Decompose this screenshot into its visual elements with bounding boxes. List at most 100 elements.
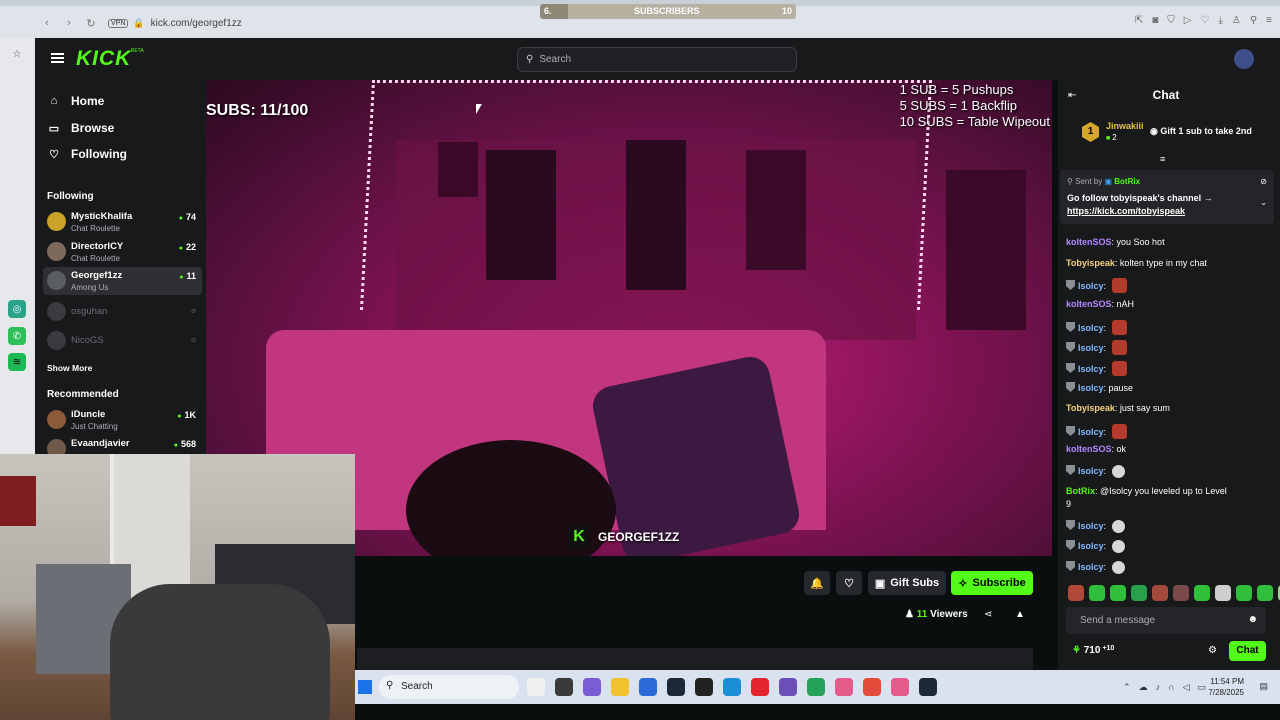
emote-button[interactable] [1257, 585, 1273, 601]
app-icon[interactable] [779, 678, 797, 696]
emote-button[interactable] [1215, 585, 1231, 601]
camera-icon[interactable]: ◙ [1152, 15, 1158, 26]
spotify-icon[interactable]: ≋ [8, 353, 26, 371]
menu-icon[interactable] [51, 53, 64, 63]
pinned-link[interactable]: https://kick.com/tobyispeak [1067, 206, 1185, 216]
channel-item[interactable]: MysticKhalifa Chat Roulette 74 [43, 208, 202, 236]
emote-button[interactable] [1194, 585, 1210, 601]
app-icon[interactable] [555, 678, 573, 696]
emote-skull-icon[interactable] [1111, 540, 1125, 553]
notification-icon[interactable]: ▤ [1259, 681, 1268, 692]
emote-skull-icon[interactable] [1111, 465, 1125, 478]
heart-icon[interactable]: ♡ [1200, 15, 1209, 26]
chat-username[interactable]: koltenSOS [1066, 237, 1112, 247]
chat-username[interactable]: Tobyispeak [1066, 403, 1115, 413]
chat-username[interactable]: Isolcy [1078, 343, 1104, 353]
chat-username[interactable]: koltenSOS [1066, 299, 1112, 309]
emote-skull-icon[interactable] [1111, 520, 1125, 533]
play-icon[interactable]: ▷ [1184, 15, 1192, 26]
app-icon[interactable] [583, 678, 601, 696]
emote-button[interactable] [1131, 585, 1147, 601]
show-more-link[interactable]: Show More [47, 363, 92, 373]
user-avatar[interactable] [1234, 49, 1254, 69]
volume-icon[interactable]: ◁ [1183, 682, 1190, 693]
emote-button[interactable] [1236, 585, 1252, 601]
chat-username[interactable]: BotRix [1066, 486, 1095, 496]
nav-following[interactable]: ♡ Following [47, 147, 127, 161]
channel-points[interactable]: ⚘ 710 +10 [1072, 645, 1114, 656]
gift-subs-button[interactable]: ▣ Gift Subs [868, 571, 946, 595]
emote-red-icon[interactable] [1111, 278, 1127, 293]
chat-username[interactable]: Isolcy [1078, 323, 1104, 333]
kick-logo[interactable]: KICK [76, 47, 131, 71]
chat-username[interactable]: Isolcy [1078, 427, 1104, 437]
emote-skull-icon[interactable] [1111, 561, 1125, 574]
url-text[interactable]: kick.com/georgef1zz [151, 18, 242, 29]
windows-start-icon[interactable] [358, 680, 372, 694]
emote-red-icon[interactable] [1111, 340, 1127, 355]
channel-item[interactable]: DirectorICY Chat Roulette 22 [43, 238, 202, 266]
app-icon[interactable] [835, 678, 853, 696]
download-icon[interactable]: ⤓ [1218, 15, 1222, 26]
tray-chevron-icon[interactable]: ⌃ [1123, 682, 1131, 693]
channel-item-offline[interactable]: osguhan ⌀ [43, 298, 202, 326]
vpn-badge[interactable]: VPN [108, 18, 129, 28]
menu-icon[interactable]: ≡ [1266, 15, 1272, 26]
pinned-sender-name[interactable]: BotRix [1114, 177, 1140, 186]
emote-button[interactable] [1068, 585, 1084, 601]
extension-icon[interactable]: ⚲ [1250, 15, 1257, 26]
hide-pinned-icon[interactable]: ⊘ [1260, 177, 1267, 186]
extension-icon[interactable]: ◎ [8, 300, 26, 318]
back-icon[interactable]: ‹ [36, 17, 58, 29]
emote-button[interactable] [1152, 585, 1168, 601]
steam-icon[interactable] [919, 678, 937, 696]
taskbar-search[interactable]: ⚲ Search [379, 675, 519, 699]
emote-button[interactable] [1173, 585, 1189, 601]
chat-username[interactable]: Isolcy [1078, 521, 1104, 531]
app-icon[interactable] [891, 678, 909, 696]
emote-red-icon[interactable] [1111, 424, 1127, 439]
emote-button[interactable] [1110, 585, 1126, 601]
emote-button[interactable] [1089, 585, 1105, 601]
battery-icon[interactable]: ▭ [1197, 682, 1206, 693]
chat-username[interactable]: Isolcy [1078, 364, 1104, 374]
nav-browse[interactable]: ▭ Browse [47, 121, 115, 135]
headset-icon[interactable]: ∩ [1168, 682, 1174, 693]
profile-icon[interactable]: ♙ [1232, 15, 1241, 26]
chrome-icon[interactable] [863, 678, 881, 696]
share-icon[interactable]: ⋖ [984, 609, 992, 620]
system-clock[interactable]: 11:54 PM 7/28/2025 [1208, 676, 1244, 698]
chat-username[interactable]: Tobyispeak [1066, 258, 1115, 268]
follow-button[interactable]: ♡ [836, 571, 862, 595]
pinboard-icon[interactable]: ☆ [8, 45, 26, 63]
opera-icon[interactable] [751, 678, 769, 696]
app-icon[interactable] [695, 678, 713, 696]
subscribe-button[interactable]: ✧ Subscribe [951, 571, 1033, 595]
chat-message-input[interactable]: Send a message ☻ [1066, 607, 1266, 634]
app-icon[interactable] [527, 678, 545, 696]
cloud-icon[interactable]: ☁ [1139, 682, 1148, 693]
store-icon[interactable] [639, 678, 657, 696]
chat-username[interactable]: Isolcy [1078, 541, 1104, 551]
gift-cta-button[interactable]: ◉ Gift 1 sub to take 2nd [1150, 126, 1252, 137]
notification-bell-button[interactable]: 🔔 [804, 571, 830, 595]
emote-red-icon[interactable] [1111, 361, 1127, 376]
channel-item-active[interactable]: Georgef1zz Among Us 11 [43, 267, 202, 295]
emoji-icon[interactable]: ☻ [1247, 614, 1258, 625]
top-gifter-name[interactable]: Jinwakiii [1106, 121, 1144, 131]
chat-username[interactable]: Isolcy [1078, 466, 1104, 476]
steam-icon[interactable] [667, 678, 685, 696]
chat-divider-handle[interactable]: ≡ [1160, 154, 1165, 164]
shield-icon[interactable]: ⛉ [1167, 15, 1175, 26]
folder-icon[interactable] [611, 678, 629, 696]
chat-username[interactable]: Isolcy [1078, 562, 1104, 572]
chevron-down-icon[interactable]: ⌄ [1260, 198, 1267, 207]
forward-icon[interactable]: › [58, 17, 80, 29]
chat-username[interactable]: koltenSOS [1066, 444, 1112, 454]
report-icon[interactable]: ▲ [1015, 609, 1025, 620]
search-input[interactable]: ⚲ Search [517, 47, 797, 72]
mic-icon[interactable]: ♪ [1156, 682, 1161, 693]
whatsapp-icon[interactable]: ✆ [8, 327, 26, 345]
kick-app-icon[interactable] [807, 678, 825, 696]
chat-username[interactable]: Isolcy [1078, 383, 1104, 393]
